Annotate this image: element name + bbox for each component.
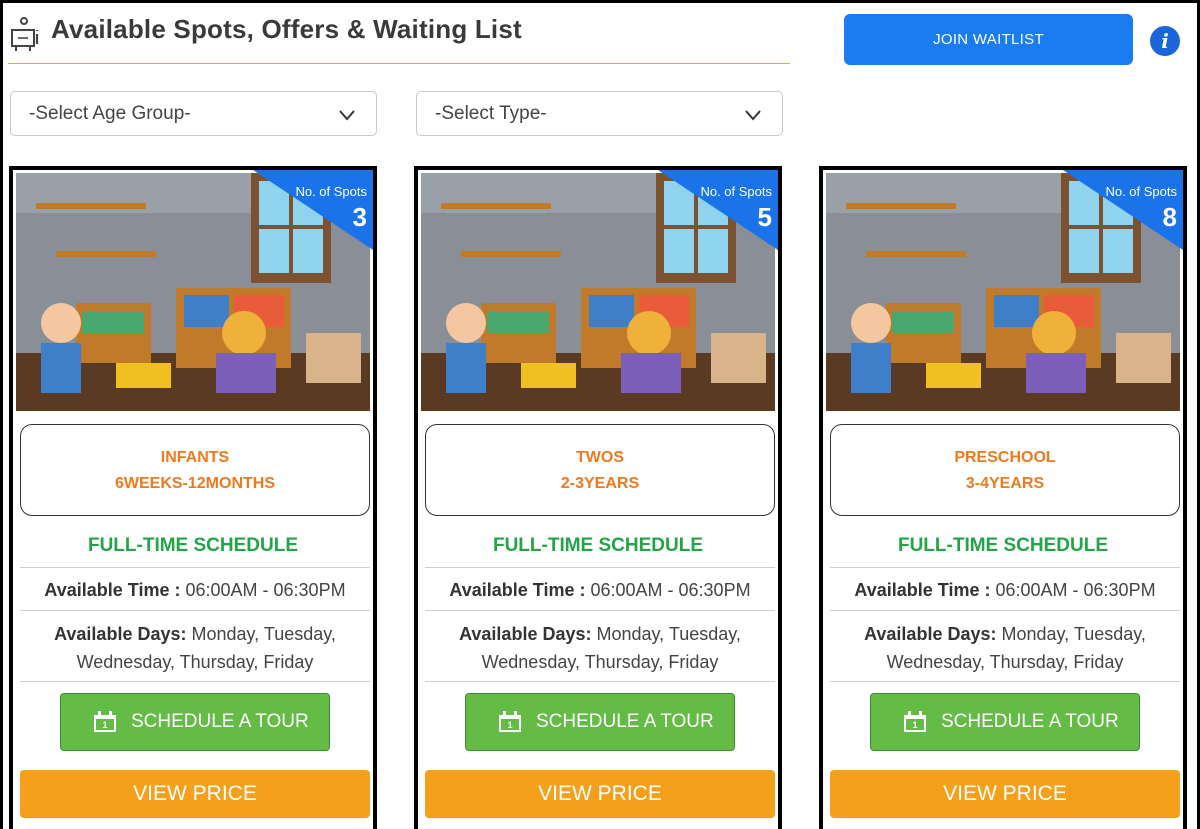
calendar-icon: 1 bbox=[94, 711, 116, 732]
divider bbox=[20, 567, 370, 568]
age-group-value: -Select Age Group- bbox=[29, 103, 191, 124]
available-time-label: Available Time : bbox=[449, 580, 586, 600]
available-days-label: Available Days: bbox=[54, 624, 187, 644]
schedule-tour-label: SCHEDULE A TOUR bbox=[131, 711, 309, 732]
divider bbox=[425, 567, 775, 568]
spot-card-twos: No. of Spots 5 TWOS 2-3YEARS FULL-TIME S… bbox=[414, 166, 782, 829]
available-days-label: Available Days: bbox=[864, 624, 997, 644]
view-price-button[interactable]: VIEW PRICE bbox=[830, 770, 1180, 818]
schedule-tour-button[interactable]: 1 SCHEDULE A TOUR bbox=[870, 693, 1140, 751]
available-days: Available Days: Monday, Tuesday, Wednesd… bbox=[20, 620, 370, 676]
available-time-value: 06:00AM - 06:30PM bbox=[990, 580, 1156, 600]
view-price-button[interactable]: VIEW PRICE bbox=[20, 770, 370, 818]
type-value: -Select Type- bbox=[435, 103, 547, 124]
available-time: Available Time : 06:00AM - 06:30PM bbox=[425, 576, 775, 604]
spot-card-infants: No. of Spots 3 INFANTS 6WEEKS-12MONTHS F… bbox=[9, 166, 377, 829]
chevron-down-icon bbox=[339, 110, 355, 121]
age-group-range: 2-3YEARS bbox=[560, 475, 640, 492]
spots-label: No. of Spots bbox=[1105, 184, 1177, 199]
schedule-type: FULL-TIME SCHEDULE bbox=[87, 535, 299, 556]
divider bbox=[20, 610, 370, 611]
age-group-box: PRESCHOOL 3-4YEARS bbox=[830, 424, 1180, 516]
age-group-select[interactable]: -Select Age Group- bbox=[10, 91, 377, 136]
schedule-tour-button[interactable]: 1 SCHEDULE A TOUR bbox=[465, 693, 735, 751]
spot-card-preschool: No. of Spots 8 PRESCHOOL 3-4YEARS FULL-T… bbox=[819, 166, 1187, 829]
divider bbox=[830, 567, 1180, 568]
stroller-icon bbox=[11, 17, 39, 51]
chevron-down-icon bbox=[745, 110, 761, 121]
join-waitlist-button[interactable]: JOIN WAITLIST bbox=[844, 14, 1133, 65]
spots-count: 3 bbox=[352, 202, 367, 232]
calendar-icon: 1 bbox=[904, 711, 926, 732]
svg-text:1: 1 bbox=[102, 720, 107, 730]
info-icon[interactable]: i bbox=[1150, 26, 1180, 56]
age-group-range: 3-4YEARS bbox=[965, 475, 1045, 492]
schedule-tour-label: SCHEDULE A TOUR bbox=[536, 711, 714, 732]
divider bbox=[830, 681, 1180, 682]
age-group-name: PRESCHOOL bbox=[954, 449, 1056, 466]
schedule-type: FULL-TIME SCHEDULE bbox=[897, 535, 1109, 556]
spots-label: No. of Spots bbox=[295, 184, 367, 199]
svg-text:1: 1 bbox=[507, 720, 512, 730]
schedule-tour-button[interactable]: 1 SCHEDULE A TOUR bbox=[60, 693, 330, 751]
available-days: Available Days: Monday, Tuesday, Wednesd… bbox=[830, 620, 1180, 676]
spots-label: No. of Spots bbox=[700, 184, 772, 199]
view-price-button[interactable]: VIEW PRICE bbox=[425, 770, 775, 818]
type-select[interactable]: -Select Type- bbox=[416, 91, 783, 136]
available-time-value: 06:00AM - 06:30PM bbox=[585, 580, 751, 600]
available-time-label: Available Time : bbox=[44, 580, 181, 600]
divider bbox=[20, 681, 370, 682]
age-group-name: TWOS bbox=[576, 449, 624, 466]
age-group-box: INFANTS 6WEEKS-12MONTHS bbox=[20, 424, 370, 516]
available-time: Available Time : 06:00AM - 06:30PM bbox=[20, 576, 370, 604]
calendar-icon: 1 bbox=[499, 711, 521, 732]
age-group-box: TWOS 2-3YEARS bbox=[425, 424, 775, 516]
age-group-name: INFANTS bbox=[160, 449, 230, 466]
page-title: Available Spots, Offers & Waiting List bbox=[51, 14, 522, 44]
schedule-type: FULL-TIME SCHEDULE bbox=[492, 535, 704, 556]
spots-count: 8 bbox=[1162, 202, 1177, 232]
available-time-label: Available Time : bbox=[854, 580, 991, 600]
available-days-label: Available Days: bbox=[459, 624, 592, 644]
age-group-range: 6WEEKS-12MONTHS bbox=[114, 475, 276, 492]
divider bbox=[830, 610, 1180, 611]
divider bbox=[425, 610, 775, 611]
divider bbox=[425, 681, 775, 682]
page-header: Available Spots, Offers & Waiting List bbox=[8, 10, 790, 64]
available-time-value: 06:00AM - 06:30PM bbox=[180, 580, 346, 600]
spots-count: 5 bbox=[757, 202, 772, 232]
available-time: Available Time : 06:00AM - 06:30PM bbox=[830, 576, 1180, 604]
svg-text:1: 1 bbox=[912, 720, 917, 730]
schedule-tour-label: SCHEDULE A TOUR bbox=[941, 711, 1119, 732]
available-days: Available Days: Monday, Tuesday, Wednesd… bbox=[425, 620, 775, 676]
